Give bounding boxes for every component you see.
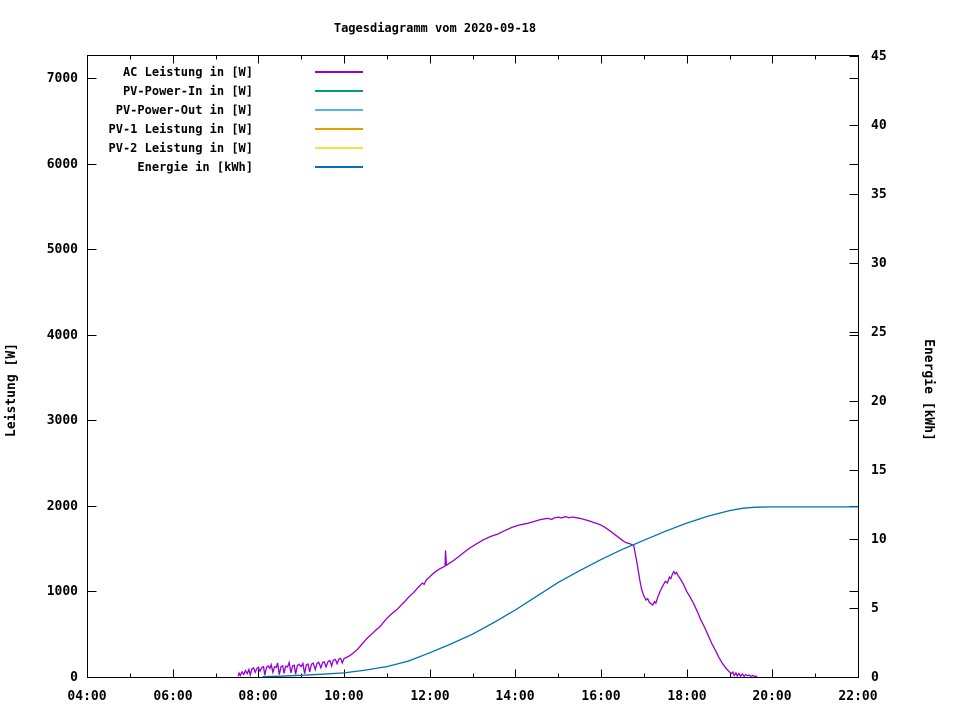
y1-tick-label: 2000 (47, 499, 78, 514)
legend-label: Energie in [kWh] (137, 160, 253, 174)
y2-tick-label: 40 (871, 118, 887, 133)
series-lines (237, 506, 858, 678)
y2-axis-label: Energie [kWh] (921, 339, 936, 441)
legend-label: AC Leistung in [W] (123, 65, 253, 79)
x-tick-label: 04:00 (67, 689, 106, 704)
x-tick-label: 06:00 (153, 689, 192, 704)
y2-tick-label: 5 (871, 601, 879, 616)
x-tick-label: 18:00 (667, 689, 706, 704)
legend-label: PV-Power-In in [W] (123, 84, 253, 98)
y1-tick-label: 0 (70, 670, 78, 685)
chart-title: Tagesdiagramm vom 2020-09-18 (334, 21, 536, 35)
x-tick-label: 22:00 (838, 689, 877, 704)
x-tick-label: 08:00 (238, 689, 277, 704)
chart-legend: AC Leistung in [W] PV-Power-In in [W] PV-P… (109, 65, 363, 174)
y2-tick-label: 15 (871, 463, 887, 478)
y1-tick-label: 6000 (47, 157, 78, 172)
y1-tick-label: 4000 (47, 328, 78, 343)
legend-label: PV-2 Leistung in [W] (109, 141, 254, 155)
x-tick-label: 12:00 (410, 689, 449, 704)
series-line-energie-in-kwh (262, 506, 858, 678)
y2-tick-label: 35 (871, 187, 887, 202)
legend-item: PV-1 Leistung in [W] (109, 122, 363, 136)
y2-tick-label: 45 (871, 49, 887, 64)
y1-tick-label: 5000 (47, 242, 78, 257)
x-tick-label: 10:00 (324, 689, 363, 704)
series-line-ac-leistung-in-w (237, 515, 758, 678)
legend-label: PV-Power-Out in [W] (116, 103, 253, 117)
tagesdiagramm-chart: Tagesdiagramm vom 2020-09-18 Leistung [W… (4, 21, 936, 704)
y-axis-label: Leistung [W] (4, 343, 19, 437)
y2-tick-label: 20 (871, 394, 887, 409)
y1-tick-label: 1000 (47, 584, 78, 599)
legend-label: PV-1 Leistung in [W] (109, 122, 254, 136)
x-tick-label: 16:00 (581, 689, 620, 704)
y1-tick-label: 7000 (47, 71, 78, 86)
x-tick-label: 14:00 (495, 689, 534, 704)
y2-tick-label: 0 (871, 670, 879, 685)
legend-item: PV-2 Leistung in [W] (109, 141, 363, 155)
y2-tick-label: 25 (871, 325, 887, 340)
y2-tick-label: 30 (871, 256, 887, 271)
y2-tick-label: 10 (871, 532, 887, 547)
legend-item: PV-Power-In in [W] (123, 84, 363, 98)
screenshot-root: Tagesdiagramm vom 2020-09-18 Leistung [W… (0, 0, 960, 720)
legend-item: PV-Power-Out in [W] (116, 103, 363, 117)
legend-item: AC Leistung in [W] (123, 65, 363, 79)
legend-item: Energie in [kWh] (137, 160, 363, 174)
y1-tick-label: 3000 (47, 413, 78, 428)
x-tick-label: 20:00 (752, 689, 791, 704)
